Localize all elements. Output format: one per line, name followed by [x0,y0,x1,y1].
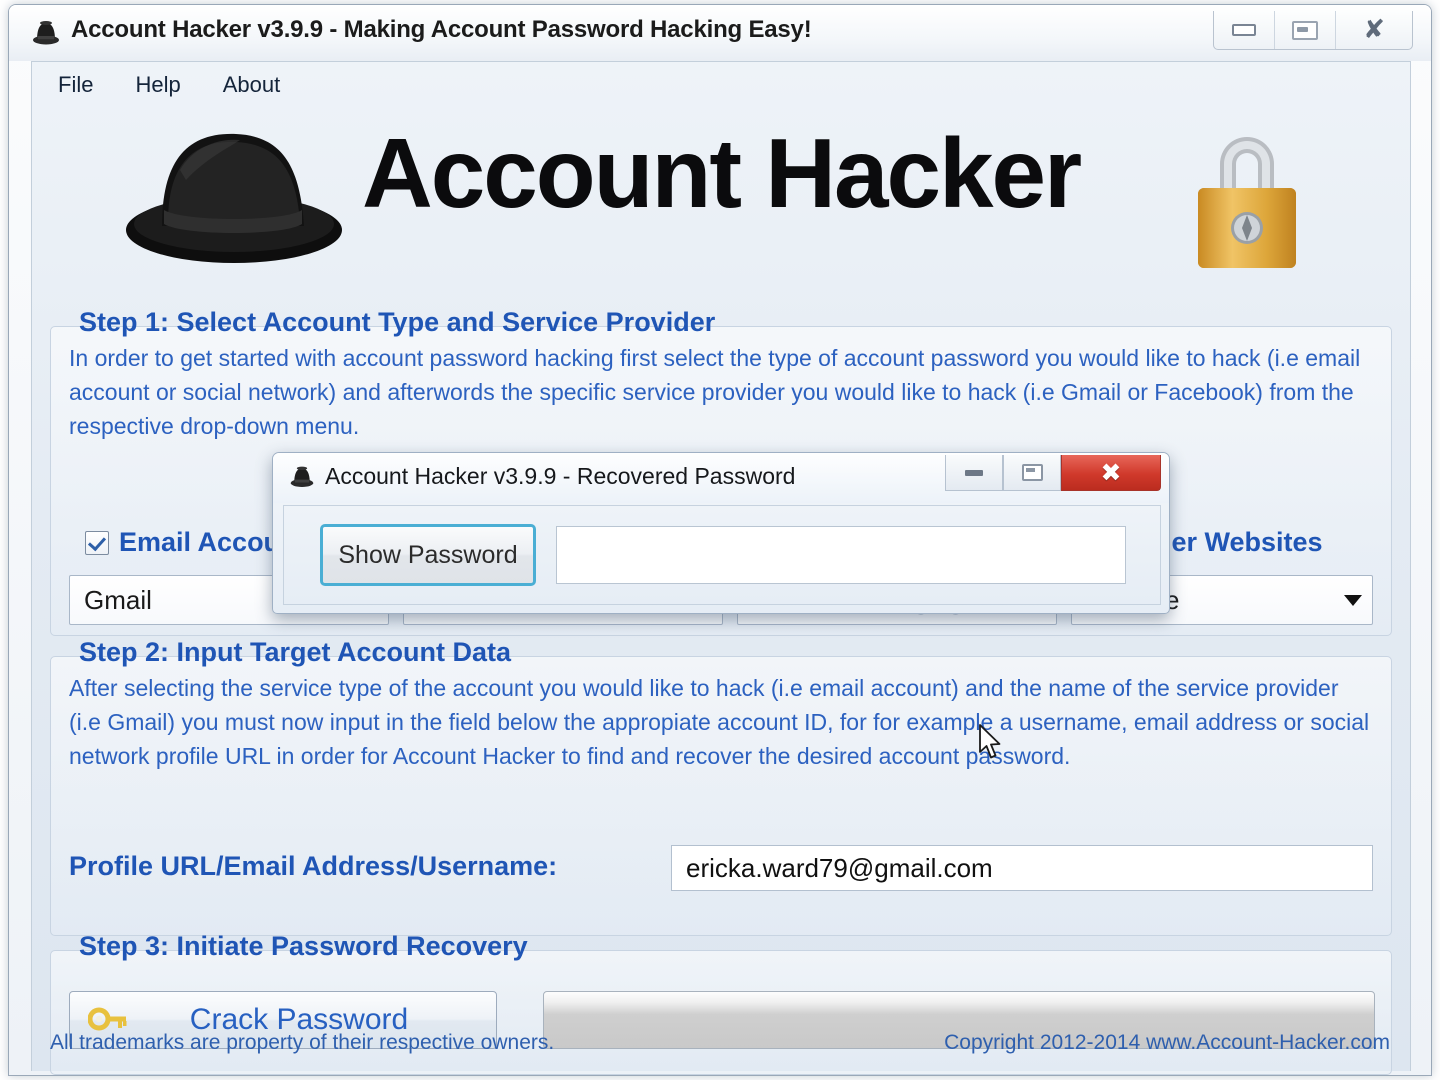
logo-band: Account Hacker [32,108,1410,308]
screen: Account Hacker v3.9.9 - Making Account P… [0,0,1440,1080]
close-icon: ✘ [1363,15,1385,45]
dialog-minimize-button[interactable] [945,455,1003,491]
menu-item-about[interactable]: About [223,72,281,98]
dialog-title: Account Hacker v3.9.9 - Recovered Passwo… [325,463,796,489]
menu-item-file[interactable]: File [58,72,93,98]
target-account-field-row: Profile URL/Email Address/Username: eric… [51,845,1391,895]
step1-title: Step 1: Select Account Type and Service … [79,307,716,337]
dialog-body: Show Password [283,505,1161,605]
dialog-maximize-button[interactable] [1003,455,1061,491]
step3-title: Step 3: Initiate Password Recovery [79,931,528,961]
show-password-label: Show Password [338,540,518,569]
gold-padlock-icon [1198,137,1296,268]
close-icon: ✖ [1100,458,1122,487]
window-controls: ✘ [1213,11,1413,50]
dialog-window-controls: ✖ [945,455,1161,491]
step2-description: After selecting the service type of the … [69,675,1370,769]
maximize-icon [1292,20,1318,40]
target-account-input[interactable]: ericka.ward79@gmail.com [671,845,1373,891]
recovered-password-output[interactable] [556,526,1126,584]
dialog-title-bar: Account Hacker v3.9.9 - Recovered Passwo… [273,453,1169,503]
title-bar: Account Hacker v3.9.9 - Making Account P… [9,5,1431,61]
recovered-password-dialog: Account Hacker v3.9.9 - Recovered Passwo… [272,452,1170,614]
minimize-icon [1232,24,1256,36]
footer-trademark-text: All trademarks are property of their res… [50,1031,555,1054]
menu-bar: File Help About [32,62,1410,108]
step2-title: Step 2: Input Target Account Data [79,637,512,667]
menu-item-help[interactable]: Help [135,72,180,98]
minimize-icon [965,469,983,476]
minimize-button[interactable] [1214,11,1275,49]
maximize-button[interactable] [1275,11,1336,49]
brand-title: Account Hacker [362,118,1082,228]
close-button[interactable]: ✘ [1336,11,1412,49]
footer-copyright-text: Copyright 2012-2014 www.Account-Hacker.c… [944,1031,1390,1054]
step1-description: In order to get started with account pas… [69,345,1361,439]
footer: All trademarks are property of their res… [32,1031,1410,1063]
maximize-icon [1021,464,1043,481]
black-hat-icon [33,21,59,45]
step2-group: Step 2: Input Target Account Data After … [50,637,1392,936]
black-fedora-hat-icon [126,133,342,263]
show-password-button[interactable]: Show Password [320,524,536,586]
black-hat-icon [290,466,314,487]
target-account-field-label: Profile URL/Email Address/Username: [69,851,558,881]
chevron-down-icon [1344,594,1362,606]
window-title: Account Hacker v3.9.9 - Making Account P… [71,16,812,43]
dialog-close-button[interactable]: ✖ [1061,455,1161,491]
checkbox-icon-checked [85,530,109,555]
